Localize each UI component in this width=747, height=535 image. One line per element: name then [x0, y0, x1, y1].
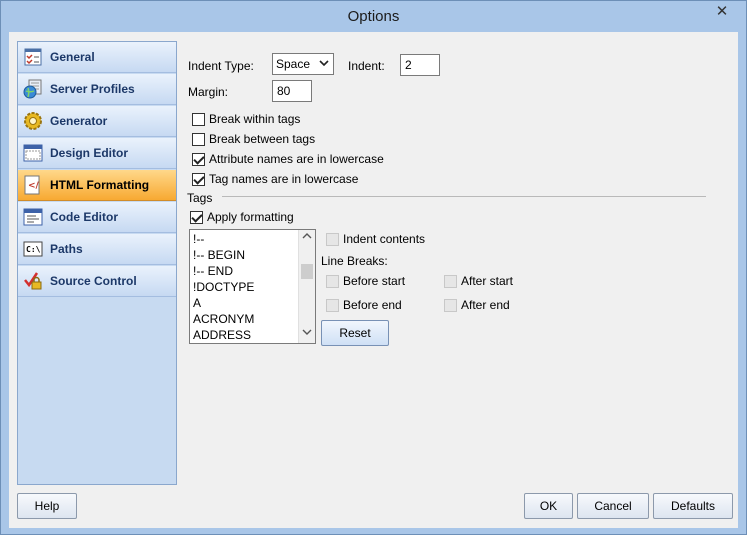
window-icon: [22, 142, 44, 164]
list-item[interactable]: ADDRESS: [193, 327, 251, 343]
defaults-button[interactable]: Defaults: [653, 493, 733, 519]
tags-list[interactable]: !-- !-- BEGIN !-- END !DOCTYPE A ACRONYM…: [189, 229, 316, 344]
svg-text:</: </: [28, 181, 40, 191]
after-start-checkbox[interactable]: After start: [444, 274, 513, 288]
sidebar-item-source-control[interactable]: Source Control: [18, 266, 176, 297]
sidebar-item-general[interactable]: General: [18, 42, 176, 73]
gear-icon: [22, 110, 44, 132]
indent-field[interactable]: 2: [400, 54, 440, 76]
list-item[interactable]: !--: [193, 231, 204, 247]
indent-type-value: Space: [276, 57, 311, 71]
checkbox-box[interactable]: [444, 274, 457, 288]
break-between-tags-label: Break between tags: [209, 132, 316, 146]
group-divider: [222, 196, 706, 197]
sidebar-item-code-editor[interactable]: Code Editor: [18, 202, 176, 233]
sidebar-item-label: Code Editor: [50, 210, 118, 224]
checkbox-box[interactable]: [326, 298, 339, 312]
sidebar-item-generator[interactable]: Generator: [18, 106, 176, 137]
cancel-button[interactable]: Cancel: [577, 493, 649, 519]
checkbox-box[interactable]: [326, 274, 339, 288]
margin-label: Margin:: [188, 85, 229, 99]
chevron-down-icon: [318, 57, 330, 72]
globe-icon: [22, 78, 44, 100]
checkbox-box[interactable]: [192, 172, 205, 186]
svg-text:C:\: C:\: [26, 245, 41, 254]
before-end-label: Before end: [343, 298, 402, 312]
tag-lowercase-checkbox[interactable]: Tag names are in lowercase: [192, 172, 358, 186]
before-end-checkbox[interactable]: Before end: [326, 298, 402, 312]
ok-button[interactable]: OK: [524, 493, 573, 519]
list-item[interactable]: !DOCTYPE: [193, 279, 254, 295]
apply-formatting-checkbox[interactable]: Apply formatting: [190, 210, 294, 224]
sidebar-item-label: Source Control: [50, 274, 137, 288]
sidebar-item-label: General: [50, 50, 95, 64]
tags-group-label: Tags: [187, 191, 213, 205]
checkbox-box[interactable]: [326, 232, 339, 246]
scroll-up-icon[interactable]: [299, 230, 315, 247]
after-start-label: After start: [461, 274, 514, 288]
close-button[interactable]: ✕: [707, 2, 737, 22]
after-end-checkbox[interactable]: After end: [444, 298, 510, 312]
break-within-tags-label: Break within tags: [209, 112, 301, 126]
sidebar-item-label: Paths: [50, 242, 83, 256]
indent-contents-checkbox[interactable]: Indent contents: [326, 232, 425, 246]
sidebar-item-label: Generator: [50, 114, 108, 128]
dialog-client: General Server Profiles Generator Design…: [9, 32, 738, 528]
sidebar-item-label: HTML Formatting: [50, 178, 150, 192]
sidebar-item-server-profiles[interactable]: Server Profiles: [18, 74, 176, 105]
sidebar-item-html-formatting[interactable]: </ HTML Formatting: [18, 170, 176, 201]
checklist-icon: [22, 46, 44, 68]
indent-contents-label: Indent contents: [343, 232, 426, 246]
list-scrollbar[interactable]: [298, 230, 315, 343]
checkbox-box[interactable]: [190, 210, 203, 224]
close-icon: ✕: [715, 3, 729, 20]
margin-field[interactable]: 80: [272, 80, 312, 102]
list-item[interactable]: !-- END: [193, 263, 233, 279]
apply-formatting-label: Apply formatting: [207, 210, 294, 224]
before-start-label: Before start: [343, 274, 406, 288]
break-between-tags-checkbox[interactable]: Break between tags: [192, 132, 315, 146]
code-editor-icon: [22, 206, 44, 228]
tag-lowercase-label: Tag names are in lowercase: [209, 172, 359, 186]
sidebar-item-paths[interactable]: C:\ Paths: [18, 234, 176, 265]
reset-button[interactable]: Reset: [321, 320, 389, 346]
checkbox-box[interactable]: [444, 298, 457, 312]
category-sidebar: General Server Profiles Generator Design…: [17, 41, 177, 485]
options-window: Options ✕ General Server Profiles Genera…: [0, 0, 747, 535]
checkbox-box[interactable]: [192, 132, 205, 146]
sidebar-item-label: Server Profiles: [50, 82, 135, 96]
break-within-tags-checkbox[interactable]: Break within tags: [192, 112, 300, 126]
sidebar-item-label: Design Editor: [50, 146, 129, 160]
indent-type-select[interactable]: Space: [272, 53, 334, 75]
indent-type-label: Indent Type:: [188, 59, 254, 73]
scroll-thumb[interactable]: [301, 264, 313, 279]
sidebar-item-design-editor[interactable]: Design Editor: [18, 138, 176, 169]
html-icon: </: [22, 174, 44, 196]
attribute-lowercase-label: Attribute names are in lowercase: [209, 152, 384, 166]
attribute-lowercase-checkbox[interactable]: Attribute names are in lowercase: [192, 152, 384, 166]
scroll-down-icon[interactable]: [299, 326, 315, 343]
checkbox-box[interactable]: [192, 112, 205, 126]
indent-label: Indent:: [348, 59, 385, 73]
title-bar[interactable]: Options ✕: [1, 1, 746, 32]
lock-icon: [22, 270, 44, 292]
after-end-label: After end: [461, 298, 510, 312]
before-start-checkbox[interactable]: Before start: [326, 274, 405, 288]
checkbox-box[interactable]: [192, 152, 205, 166]
list-item[interactable]: !-- BEGIN: [193, 247, 245, 263]
terminal-icon: C:\: [22, 238, 44, 260]
window-title: Options: [347, 8, 400, 25]
list-item[interactable]: A: [193, 295, 201, 311]
line-breaks-label: Line Breaks:: [321, 254, 388, 268]
help-button[interactable]: Help: [17, 493, 77, 519]
list-item[interactable]: ACRONYM: [193, 311, 254, 327]
